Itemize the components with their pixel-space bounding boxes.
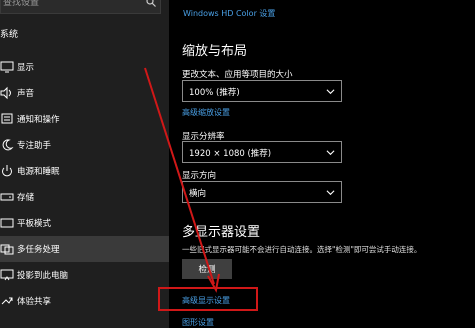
speaker-icon xyxy=(0,86,11,100)
scale-heading: 缩放与布局 xyxy=(182,44,248,59)
nav-list: 显示 声音 通知和操作 专注助手 电源和睡眠 存储 平板模式 多任务处理 投影到… xyxy=(0,54,169,314)
scale-label: 更改文本、应用等项目的大小 xyxy=(182,70,293,80)
monitor-icon xyxy=(0,61,14,73)
tablet-icon xyxy=(0,218,14,228)
sidebar-item-focus-assist[interactable]: 专注助手 xyxy=(0,132,169,158)
hd-color-link[interactable]: Windows HD Color 设置 xyxy=(183,8,275,19)
orientation-dropdown[interactable]: 横向 xyxy=(182,181,342,203)
sidebar-item-tablet[interactable]: 平板模式 xyxy=(0,210,169,236)
sidebar-item-display[interactable]: 显示 xyxy=(0,54,169,80)
multitask-icon xyxy=(0,244,14,255)
resolution-dropdown[interactable]: 1920 × 1080 (推荐) xyxy=(182,141,342,163)
multi-display-description: 一些旧式显示器可能不会进行自动连接。选择"检测"即可尝试手动连接。 xyxy=(182,245,422,254)
search-input[interactable]: 查找设置 xyxy=(3,0,39,8)
graphics-settings-link[interactable]: 图形设置 xyxy=(182,317,214,328)
power-icon xyxy=(2,165,12,177)
share-icon xyxy=(1,297,13,305)
moon-icon xyxy=(2,139,14,151)
sidebar-item-label: 体验共享 xyxy=(17,297,52,307)
multi-display-heading: 多显示器设置 xyxy=(182,225,261,240)
project-icon xyxy=(0,269,14,281)
chevron-down-icon xyxy=(326,190,335,196)
scale-value: 100% (推荐) xyxy=(189,88,240,98)
chevron-down-icon xyxy=(326,89,335,95)
sidebar-item-label: 专注助手 xyxy=(17,141,52,151)
sidebar-item-share[interactable]: 体验共享 xyxy=(0,288,169,314)
notification-icon xyxy=(1,113,13,124)
sidebar-item-label: 通知和操作 xyxy=(17,115,60,125)
orientation-label: 显示方向 xyxy=(182,171,217,181)
highlight-box xyxy=(158,287,258,311)
sidebar-item-label: 投影到此电脑 xyxy=(17,271,69,281)
sidebar-item-project[interactable]: 投影到此电脑 xyxy=(0,262,169,288)
sidebar-item-label: 存储 xyxy=(17,193,35,203)
sidebar-item-power[interactable]: 电源和睡眠 xyxy=(0,158,169,184)
scale-dropdown[interactable]: 100% (推荐) xyxy=(182,80,342,102)
detect-button[interactable]: 检测 xyxy=(182,259,232,279)
chevron-down-icon xyxy=(326,150,335,156)
sidebar-item-label: 平板模式 xyxy=(17,219,52,229)
sidebar-item-label: 显示 xyxy=(17,63,35,73)
storage-icon xyxy=(0,193,14,201)
sidebar-item-notifications[interactable]: 通知和操作 xyxy=(0,106,169,132)
main-panel: Windows HD Color 设置 缩放与布局 更改文本、应用等项目的大小 … xyxy=(169,0,475,328)
sidebar-item-storage[interactable]: 存储 xyxy=(0,184,169,210)
resolution-value: 1920 × 1080 (推荐) xyxy=(189,149,272,159)
search-box[interactable]: 查找设置 xyxy=(0,0,161,14)
orientation-value: 横向 xyxy=(189,189,207,199)
sidebar-item-label: 多任务处理 xyxy=(17,245,60,255)
sidebar-item-multitasking[interactable]: 多任务处理 xyxy=(0,236,169,262)
sidebar: 查找设置 系统 显示 声音 通知和操作 专注助手 电源和睡眠 存储 平板模式 多… xyxy=(0,0,169,328)
search-icon xyxy=(146,0,156,7)
sidebar-item-label: 电源和睡眠 xyxy=(17,167,60,177)
advanced-scaling-link[interactable]: 高级缩放设置 xyxy=(182,107,230,118)
sidebar-item-label: 声音 xyxy=(17,89,35,99)
section-title: 系统 xyxy=(0,30,19,40)
sidebar-item-sound[interactable]: 声音 xyxy=(0,80,169,106)
